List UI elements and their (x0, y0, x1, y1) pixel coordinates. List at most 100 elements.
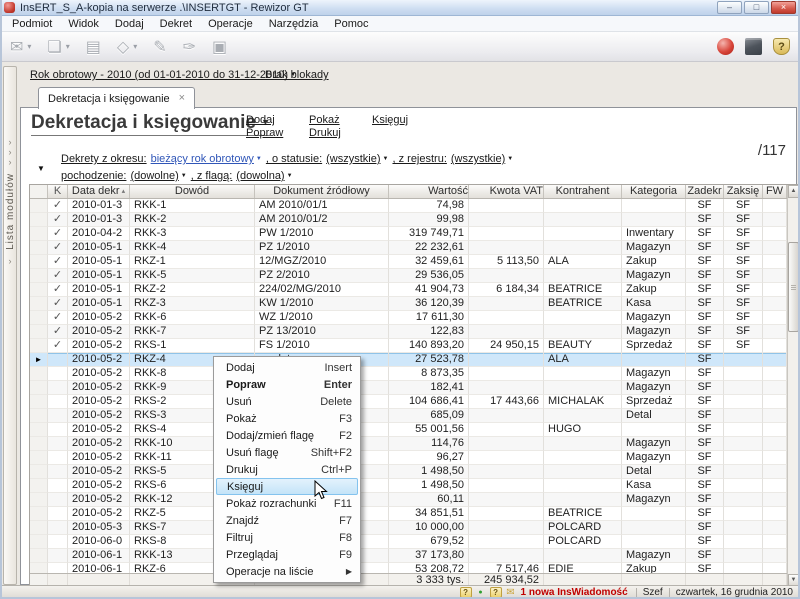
table-row[interactable]: ✓2010-01-3RKK-2AM 2010/01/299,98SFSF (30, 213, 787, 227)
help-icon[interactable]: ? (460, 587, 472, 598)
minimize-button[interactable]: – (717, 1, 742, 14)
column-header-k[interactable]: K (48, 185, 68, 198)
column-header-kontrahent[interactable]: Kontrahent (544, 185, 622, 198)
context-menu-item-operacje-na-liscie[interactable]: Operacje na liście▶ (216, 563, 358, 580)
column-header-data[interactable]: Data dekr▴ (68, 185, 130, 198)
edit-icon[interactable]: ✎ (153, 37, 166, 57)
table-row[interactable]: 2010-05-2RKS-3685,09DetalSF (30, 409, 787, 423)
context-menu-item-popraw[interactable]: PoprawEnter (216, 376, 358, 393)
action-popraw[interactable]: Popraw (246, 127, 309, 140)
column-header-ind[interactable] (30, 185, 48, 198)
table-row[interactable]: 2010-06-1RKK-1337 173,80MagazynSF (30, 549, 787, 563)
print-icon[interactable]: ▣ (212, 37, 227, 57)
context-menu-item-drukuj[interactable]: DrukujCtrl+P (216, 461, 358, 478)
insert-globe-icon[interactable] (717, 38, 734, 55)
table-row[interactable]: ✓2010-05-1RKZ-3KW 1/201036 120,39BEATRIC… (30, 297, 787, 311)
table-row[interactable]: 2010-05-2RKS-61 498,50KasaSF (30, 479, 787, 493)
table-row[interactable]: 2010-05-2RKK-10114,76MagazynSF (30, 437, 787, 451)
help-shield-icon[interactable]: ? (773, 38, 790, 55)
inswiadomosc-mail-icon[interactable]: ✉ (505, 587, 517, 598)
table-row[interactable]: 2010-05-2RKK-88 873,35MagazynSF (30, 367, 787, 381)
column-header-kategoria[interactable]: Kategoria (622, 185, 686, 198)
context-menu-item-przegladaj[interactable]: PrzeglądajF9 (216, 546, 358, 563)
filter-dowolna[interactable]: (dowolna)▼ (236, 170, 292, 182)
menu-dekret[interactable]: Dekret (152, 16, 200, 32)
table-row[interactable]: 2010-05-3RKS-710 000,00POLCARDSF (30, 521, 787, 535)
table-row[interactable]: ✓2010-01-3RKK-1AM 2010/01/174,98SFSF (30, 199, 787, 213)
action-dodaj[interactable]: Dodaj (246, 114, 309, 127)
column-header-zaksie[interactable]: Zaksię (724, 185, 763, 198)
column-header-vat[interactable]: Kwota VAT (469, 185, 544, 198)
statusbar-message[interactable]: 1 nowa InsWiadomość (521, 587, 628, 598)
table-row[interactable]: ✓2010-04-2RKK-3PW 1/2010319 749,71Inwent… (30, 227, 787, 241)
filter-wszystkie[interactable]: (wszystkie)▼ (451, 153, 513, 165)
status-indicator-icon[interactable]: ● (475, 587, 487, 598)
vertical-scrollbar[interactable]: ▲ ▼ (787, 185, 799, 587)
filter-biezacy-rok-obrotowy[interactable]: bieżący rok obrotowy▼ (151, 153, 262, 165)
menu-podmiot[interactable]: Podmiot (4, 16, 60, 32)
column-header-wartosc[interactable]: Wartość (389, 185, 469, 198)
column-header-dowod[interactable]: Dowód (130, 185, 255, 198)
menu-dodaj[interactable]: Dodaj (107, 16, 152, 32)
menu-widok[interactable]: Widok (60, 16, 107, 32)
close-button[interactable]: × (771, 1, 796, 14)
menu-operacje[interactable]: Operacje (200, 16, 261, 32)
menu-pomoc[interactable]: Pomoc (326, 16, 376, 32)
context-menu-item-dodaj[interactable]: DodajInsert (216, 359, 358, 376)
cube-icon[interactable] (745, 38, 762, 55)
table-row[interactable]: 2010-06-1RKZ-653 208,727 517,46EDIEZakup… (30, 563, 787, 573)
fiscal-year-selector[interactable]: Rok obrotowy - 2010 (od 01-01-2010 do 31… (30, 69, 296, 81)
dropdown-caret-icon[interactable]: ▾ (133, 42, 137, 51)
context-menu-item-ksieguj[interactable]: Księguj (216, 478, 358, 495)
table-row[interactable]: 2010-05-2RKS-2104 686,4117 443,66MICHALA… (30, 395, 787, 409)
table-row[interactable]: ✓2010-05-2RKS-1FS 1/2010140 893,2024 950… (30, 339, 787, 353)
action-drukuj[interactable]: Drukuj (309, 127, 372, 140)
table-row[interactable]: 2010-05-2RKZ-534 851,51BEATRICESF (30, 507, 787, 521)
table-row[interactable]: 2010-05-2RKK-9182,41MagazynSF (30, 381, 787, 395)
column-header-dok[interactable]: Dokument źródłowy (255, 185, 389, 198)
context-menu-item-filtruj[interactable]: FiltrujF8 (216, 529, 358, 546)
maximize-button[interactable]: □ (744, 1, 769, 14)
assistant-help-icon[interactable]: ? (490, 587, 502, 598)
page-title[interactable]: Dekretacja i księgowanie▼ (31, 112, 270, 136)
tab-dekretacja-i-ksiegowanie[interactable]: Dekretacja i księgowanie × (38, 87, 195, 109)
context-menu-item-usun-flage[interactable]: Usuń flagęShift+F2 (216, 444, 358, 461)
menu-narzedzia[interactable]: Narzędzia (261, 16, 327, 32)
filter-collapse-toggle[interactable]: ▼ (37, 164, 45, 173)
send-icon[interactable]: ✉▾ (10, 37, 31, 57)
context-menu-item-znajdz[interactable]: ZnajdźF7 (216, 512, 358, 529)
table-row-selected[interactable]: ►2010-05-2RKZ-4wypłata27 523,78ALASF (30, 353, 787, 367)
table-row[interactable]: ✓2010-05-2RKK-6WZ 1/201017 611,30Magazyn… (30, 311, 787, 325)
table-row[interactable]: ✓2010-05-1RKZ-2224/02/MG/201041 904,736 … (30, 283, 787, 297)
table-row[interactable]: 2010-05-2RKK-1196,27MagazynSF (30, 451, 787, 465)
new-document-icon[interactable]: ◇▾ (117, 37, 137, 57)
table-row[interactable]: ✓2010-05-1RKZ-112/MGZ/201032 459,615 113… (30, 255, 787, 269)
table-row[interactable]: 2010-05-2RKK-1260,11MagazynSF (30, 493, 787, 507)
column-header-zadekr[interactable]: Zadekr (686, 185, 724, 198)
filter-dowolne[interactable]: (dowolne)▼ (130, 170, 186, 182)
table-row[interactable]: ✓2010-05-2RKK-7PZ 13/2010122,83MagazynSF… (30, 325, 787, 339)
tab-close-icon[interactable]: × (179, 93, 185, 104)
stamp-icon[interactable]: ✑ (183, 37, 196, 57)
table-row[interactable]: ✓2010-05-1RKK-5PZ 2/201029 536,05Magazyn… (30, 269, 787, 283)
dropdown-caret-icon[interactable]: ▾ (27, 42, 31, 51)
context-menu-item-pokaz[interactable]: PokażF3 (216, 410, 358, 427)
table-row[interactable]: ✓2010-05-1RKK-4PZ 1/201022 232,61Magazyn… (30, 241, 787, 255)
context-menu-item-dodaj-zmien-flage[interactable]: Dodaj/zmień flagęF2 (216, 427, 358, 444)
mail-icon[interactable]: ▤ (86, 37, 101, 57)
dropdown-caret-icon[interactable]: ▾ (66, 42, 70, 51)
lock-status-link[interactable]: Brak blokady (265, 69, 329, 81)
action-pokaz[interactable]: Pokaż (309, 114, 372, 127)
scrollbar-thumb[interactable] (788, 242, 799, 332)
open-icon[interactable]: ❏▾ (47, 37, 69, 57)
scroll-up-icon[interactable]: ▲ (788, 185, 799, 198)
column-header-fw[interactable]: FW (763, 185, 787, 198)
module-list-sidebar[interactable]: › › › Lista modułów › (3, 66, 17, 585)
context-menu-item-usun[interactable]: UsuńDelete (216, 393, 358, 410)
table-row[interactable]: 2010-05-2RKS-455 001,56HUGOSF (30, 423, 787, 437)
action-ksieguj[interactable]: Księguj (372, 114, 435, 127)
table-row[interactable]: 2010-06-0RKS-8679,52POLCARDSF (30, 535, 787, 549)
table-row[interactable]: 2010-05-2RKS-51 498,50DetalSF (30, 465, 787, 479)
filter-wszystkie[interactable]: (wszystkie)▼ (326, 153, 388, 165)
context-menu-item-pokaz-rozrachunki[interactable]: Pokaż rozrachunkiF11 (216, 495, 358, 512)
